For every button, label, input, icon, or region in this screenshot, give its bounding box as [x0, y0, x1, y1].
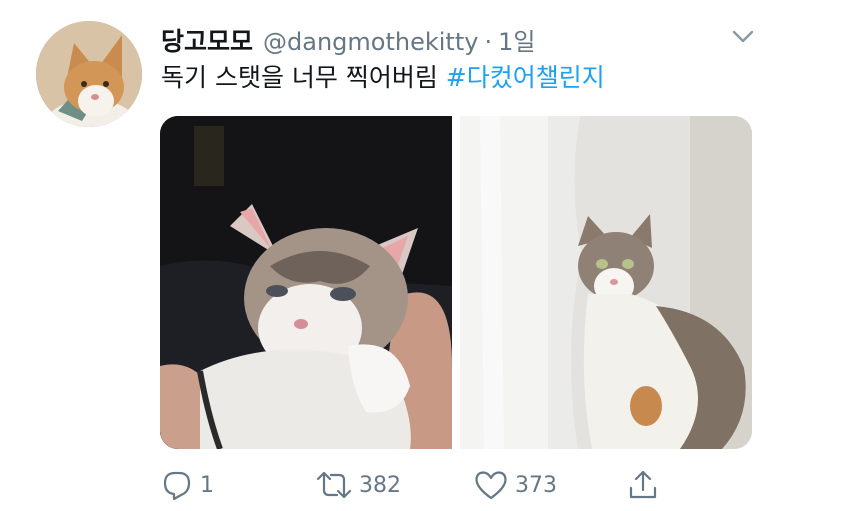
retweet-count: 382	[359, 472, 401, 498]
kitten-photo-image	[160, 116, 452, 449]
like-button[interactable]: 373	[473, 465, 557, 505]
retweet-button[interactable]: 382	[315, 465, 401, 505]
tweet-body: 독기 스탯을 너무 찍어버림	[161, 63, 438, 92]
tweet-menu-button[interactable]	[729, 26, 757, 46]
like-count: 373	[515, 472, 557, 498]
tweet-actions: 1 382 373	[160, 465, 680, 505]
heart-icon	[475, 471, 507, 500]
reply-count: 1	[200, 472, 214, 498]
tweet-text: 독기 스탯을 너무 찍어버림 #다컸어챌린지	[161, 60, 605, 96]
retweet-icon	[316, 471, 352, 499]
hashtag-link[interactable]: #다컸어챌린지	[446, 63, 605, 92]
tweet[interactable]: 당고모모 @dangmothekitty · 1일 독기 스탯을 너무 찍어버림…	[0, 0, 850, 511]
share-icon	[629, 470, 657, 499]
share-button[interactable]	[626, 465, 660, 505]
tweet-timestamp[interactable]: 1일	[498, 22, 535, 57]
chevron-down-icon	[732, 30, 754, 43]
reply-button[interactable]: 1	[160, 465, 214, 505]
photo-adult-cat[interactable]	[460, 116, 752, 449]
adult-cat-photo-image	[460, 116, 752, 449]
author-handle[interactable]: @dangmothekitty	[263, 28, 478, 56]
reply-icon	[163, 471, 191, 501]
author-name[interactable]: 당고모모	[161, 22, 253, 58]
tweet-header: 당고모모 @dangmothekitty · 1일	[161, 22, 535, 58]
avatar-cat-image	[36, 21, 142, 127]
avatar[interactable]	[36, 21, 142, 127]
tweet-media	[160, 116, 752, 449]
separator-dot: ·	[484, 28, 493, 56]
photo-kitten[interactable]	[160, 116, 452, 449]
